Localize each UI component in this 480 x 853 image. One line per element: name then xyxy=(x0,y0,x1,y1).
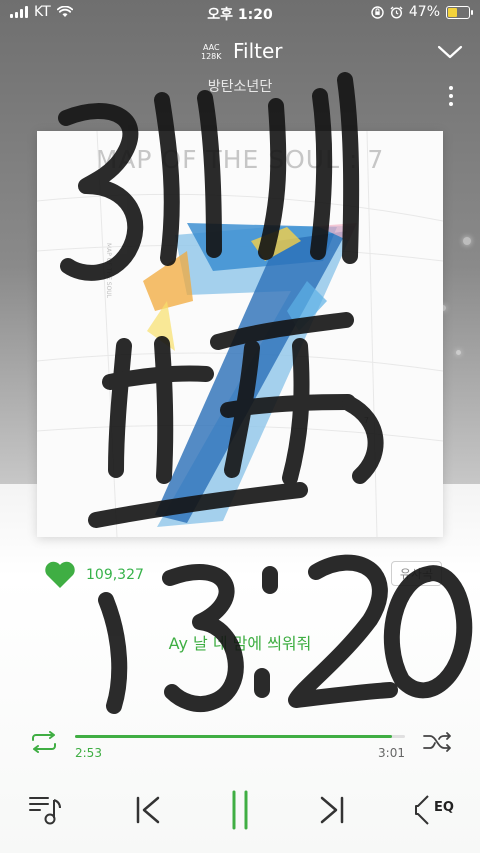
current-lyric[interactable]: Ay 날 네 맘에 씌워줘 xyxy=(0,630,480,654)
sparkle-decoration xyxy=(456,350,461,355)
equalizer-icon[interactable]: EQ xyxy=(414,790,458,830)
seek-bar-progress xyxy=(75,735,392,738)
codec-format: AAC xyxy=(202,43,220,52)
elapsed-time: 2:53 xyxy=(75,746,102,760)
now-playing-header: AAC 128K Filter xyxy=(0,34,480,74)
playlist-icon[interactable] xyxy=(26,790,70,830)
song-title[interactable]: Filter xyxy=(233,39,283,63)
like-count: 109,327 xyxy=(86,567,144,583)
album-cover-seven-graphic xyxy=(37,131,443,537)
heart-icon[interactable] xyxy=(44,561,76,589)
album-art[interactable]: MAP OF THE SOUL : 7 MAP OF THE SOUL 7 xyxy=(37,131,443,537)
chevron-down-icon[interactable] xyxy=(436,38,464,66)
like-area: 109,327 xyxy=(44,561,144,589)
eq-label: EQ xyxy=(434,800,454,815)
skip-previous-icon[interactable] xyxy=(126,790,170,830)
pause-icon[interactable] xyxy=(218,790,262,830)
repeat-icon[interactable] xyxy=(28,731,60,753)
sparkle-decoration xyxy=(463,237,471,245)
battery-percentage: 47% xyxy=(408,4,440,20)
status-bar: KT 오후 1:20 47% xyxy=(0,0,480,24)
codec-bitrate: 128K xyxy=(201,52,222,61)
total-time: 3:01 xyxy=(378,746,405,760)
codec-badge: AAC 128K xyxy=(201,43,222,61)
battery-icon xyxy=(446,5,473,19)
alarm-icon xyxy=(390,6,403,19)
more-vert-icon[interactable] xyxy=(448,86,454,106)
skip-next-icon[interactable] xyxy=(310,790,354,830)
artist-name[interactable]: 방탄소년단 xyxy=(0,76,480,96)
similar-songs-button[interactable]: 유사곡 xyxy=(390,561,442,586)
orientation-lock-icon xyxy=(371,5,384,19)
battery-level xyxy=(448,7,457,17)
speaker-icon xyxy=(415,795,429,825)
seek-bar[interactable] xyxy=(75,735,405,738)
shuffle-icon[interactable] xyxy=(422,731,454,753)
music-player-screen: KT 오후 1:20 47% AAC 128K Filter 방탄소년단 MAP… xyxy=(0,0,480,853)
